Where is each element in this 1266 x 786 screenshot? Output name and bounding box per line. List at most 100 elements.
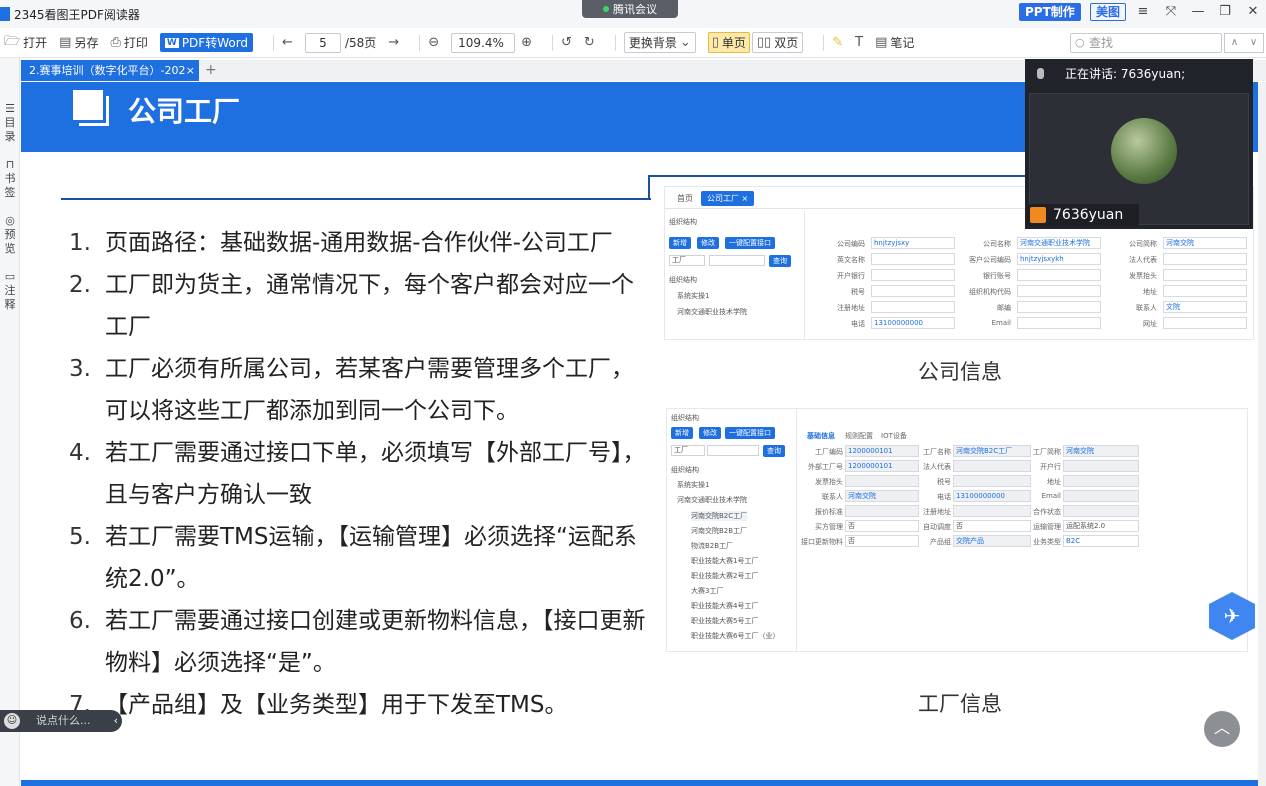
notes-button[interactable]: ▤ 笔记 bbox=[875, 34, 914, 51]
tree-item: 组织结构 bbox=[671, 466, 699, 474]
tab-label: 2.赛事培训（数字化平台）-202 bbox=[29, 64, 186, 77]
field-label: Email bbox=[1041, 492, 1061, 500]
save-as-button[interactable]: ▤ 另存 bbox=[59, 34, 98, 51]
user-icon bbox=[1030, 207, 1046, 223]
field-value bbox=[1017, 301, 1101, 313]
chevron-down-icon[interactable]: ∨ bbox=[1250, 34, 1257, 52]
zoom-out-button[interactable]: ⊖ bbox=[428, 35, 439, 50]
participant-name-bar: 7636yuan bbox=[1027, 204, 1139, 226]
emoji-icon[interactable]: ☺ bbox=[4, 713, 20, 729]
field-label: 注册地址 bbox=[923, 508, 951, 516]
background-label: 更换背景 bbox=[628, 36, 677, 50]
field-label: 银行账号 bbox=[983, 272, 1011, 280]
scroll-top-button[interactable]: ︿ bbox=[1204, 711, 1240, 747]
divider bbox=[614, 34, 616, 51]
meeting-indicator[interactable]: 腾讯会议 bbox=[582, 0, 678, 18]
close-button[interactable]: ✕ bbox=[1242, 4, 1264, 19]
app-title: 2345看图王PDF阅读器 bbox=[14, 7, 140, 22]
field-label: 自动调度 bbox=[923, 523, 951, 531]
annotation-icon: ▭ bbox=[4, 270, 16, 283]
field-label: 产品组 bbox=[930, 538, 951, 546]
pdf-to-word-button[interactable]: W PDF转Word bbox=[159, 33, 254, 52]
meeting-status-icon bbox=[603, 6, 609, 12]
field-label: 电话 bbox=[851, 320, 865, 328]
field-value: 运配系统2.0 bbox=[1063, 520, 1139, 532]
list-item: 6. 若工厂需要通过接口创建或更新物料信息，【接口更新物料】必须选择“是”。 bbox=[69, 600, 649, 684]
open-button[interactable]: 🗁 打开 bbox=[4, 32, 47, 54]
ppt-make-button[interactable]: PPT制作 bbox=[1019, 3, 1081, 21]
sidebar-item-annotation[interactable]: ▭ 注释 bbox=[0, 270, 20, 312]
field-value bbox=[871, 269, 955, 281]
field-value: 河南交院 bbox=[1063, 445, 1139, 457]
chevron-down-icon: ⌄ bbox=[679, 35, 691, 50]
sidebar-item-bookmark[interactable]: ⊓ 书签 bbox=[0, 158, 20, 200]
meitu-button[interactable]: 美图 bbox=[1090, 3, 1127, 21]
print-button[interactable]: ⎙ 打印 bbox=[110, 34, 147, 51]
rotate-right-button[interactable]: ↻ bbox=[584, 35, 595, 50]
tab-document[interactable]: 2.赛事培训（数字化平台）-202 × bbox=[21, 60, 199, 81]
list-item: 5. 若工厂需要TMS运输，【运输管理】必须选择“运配系统2.0”。 bbox=[69, 516, 649, 600]
list-item: 2. 工厂即为货主，通常情况下，每个客户都会对应一个工厂 bbox=[69, 264, 649, 348]
zoom-select[interactable]: 109.4% bbox=[451, 32, 516, 53]
field-label: 邮编 bbox=[997, 304, 1011, 312]
close-tab-icon[interactable]: × bbox=[186, 60, 195, 81]
restore-button[interactable]: ❐ bbox=[1214, 4, 1236, 19]
tree-item: 组织结构 bbox=[669, 276, 697, 284]
minimize-button[interactable]: — bbox=[1187, 4, 1209, 19]
query-button: 查询 bbox=[769, 255, 791, 267]
zoom-in-button[interactable]: ⊕ bbox=[521, 35, 532, 50]
menu-icon[interactable]: ≡ bbox=[1132, 4, 1154, 19]
shrink-icon[interactable]: ⤧ bbox=[1160, 4, 1182, 19]
single-page-button[interactable]: ▯ 单页 bbox=[707, 32, 750, 53]
bullet-list: 1. 页面路径：基础数据-通用数据-合作伙伴-公司工厂 2. 工厂即为货主，通常情况… bbox=[69, 222, 649, 726]
search-input[interactable]: ○ 查找 bbox=[1070, 33, 1222, 53]
add-button: 新增 bbox=[671, 427, 693, 439]
tree-search-input bbox=[707, 445, 759, 456]
factory-info-screenshot: 组织结构 新增 修改 一键配置接口 工厂 查询 组织结构 系统实操1 河南交通职… bbox=[666, 408, 1248, 652]
tree-item: 河南交通职业技术学院 bbox=[677, 308, 747, 316]
field-value bbox=[871, 285, 955, 297]
prev-page-button[interactable]: ← bbox=[282, 35, 293, 50]
field-value bbox=[1017, 269, 1101, 281]
change-background-select[interactable]: 更换背景 ⌄ bbox=[623, 32, 696, 53]
rotate-left-button[interactable]: ↺ bbox=[561, 35, 572, 50]
tree-item: 系统实操1 bbox=[677, 481, 710, 489]
sidebar-item-preview[interactable]: ◎ 预览 bbox=[0, 214, 20, 256]
tree-item: 职业技能大赛5号工厂 bbox=[691, 617, 759, 625]
field-label: 电话 bbox=[937, 493, 951, 501]
chat-input[interactable]: ☺ 说点什么... ‹ bbox=[0, 710, 122, 732]
add-tab-icon[interactable]: + bbox=[205, 60, 217, 81]
field-label: 业务类型 bbox=[1033, 538, 1061, 546]
left-sidebar: ☰ 目录 ⊓ 书签 ◎ 预览 ▭ 注释 bbox=[0, 58, 20, 786]
list-text: 若工厂需要通过接口创建或更新物料信息，【接口更新物料】必须选择“是”。 bbox=[105, 608, 646, 676]
org-tree-panel: 组织结构 新增 修改 一键配置接口 工厂 查询 组织结构 系统实操1 河南交通职… bbox=[667, 409, 797, 651]
field-label: Email bbox=[991, 319, 1011, 327]
tree-item: 河南交通职业技术学院 bbox=[677, 496, 747, 504]
field-label: 客户公司编码 bbox=[969, 256, 1011, 264]
printer-icon: ⎙ bbox=[110, 35, 121, 50]
vertical-scrollbar[interactable] bbox=[1258, 82, 1266, 786]
field-value bbox=[1063, 505, 1139, 517]
list-number: 4. bbox=[69, 440, 91, 466]
search-icon: ○ bbox=[1075, 36, 1085, 49]
field-value bbox=[1163, 253, 1247, 265]
tab-rule-config: 规则配置 bbox=[845, 432, 873, 440]
meeting-video-panel[interactable]: 正在讲话: 7636yuan; 7636yuan bbox=[1025, 59, 1253, 229]
sidebar-item-toc[interactable]: ☰ 目录 bbox=[0, 102, 20, 144]
field-value: 河南交院 bbox=[1163, 237, 1247, 249]
list-number: 3. bbox=[69, 356, 91, 382]
org-tree-panel: 组织结构 新增 修改 一键配置接口 工厂 查询 组织结构 系统实操1 河南交通职… bbox=[665, 211, 805, 339]
field-label: 英文名称 bbox=[837, 256, 865, 264]
chevron-up-icon[interactable]: ∧ bbox=[1231, 34, 1238, 52]
double-page-button[interactable]: ▯▯ 双页 bbox=[751, 32, 804, 53]
list-item: 3. 工厂必须有所属公司，若某客户需要管理多个工厂，可以将这些工厂都添加到同一个公… bbox=[69, 348, 649, 432]
field-label: 地址 bbox=[1047, 478, 1061, 486]
rotate-right-icon: ↻ bbox=[583, 35, 595, 50]
tree-item: 河南交院B2C工厂 bbox=[691, 511, 748, 521]
next-page-button[interactable]: → bbox=[388, 35, 399, 50]
chevron-left-icon[interactable]: ‹ bbox=[114, 710, 118, 732]
text-button[interactable]: T bbox=[855, 35, 863, 50]
highlight-button[interactable]: ✎ bbox=[832, 35, 843, 50]
field-label: 工厂编码 bbox=[815, 448, 843, 456]
page-number-input[interactable]: 5 bbox=[304, 32, 341, 53]
